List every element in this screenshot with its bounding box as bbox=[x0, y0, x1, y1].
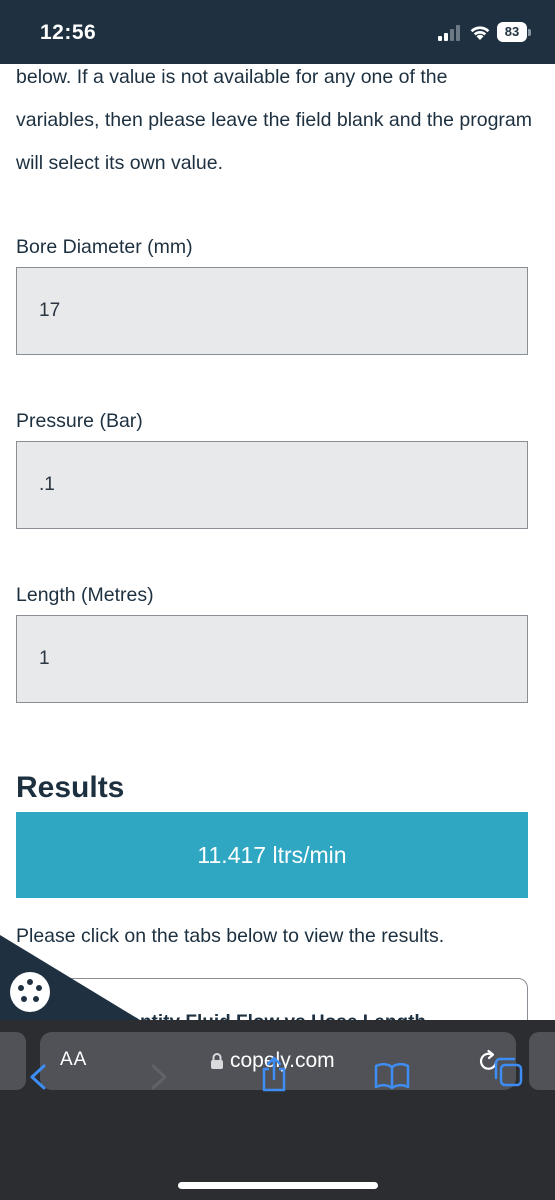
lock-icon bbox=[211, 1053, 223, 1069]
battery-level: 83 bbox=[497, 22, 527, 42]
back-icon[interactable] bbox=[27, 1063, 49, 1091]
battery-tip bbox=[528, 29, 531, 36]
length-input[interactable] bbox=[16, 615, 528, 703]
status-bar: 12:56 83 bbox=[0, 0, 555, 64]
cellular-signal-icon bbox=[438, 25, 460, 41]
bore-diameter-input[interactable] bbox=[16, 267, 528, 355]
reader-settings-button[interactable]: AA bbox=[60, 1049, 87, 1071]
bore-diameter-label: Bore Diameter (mm) bbox=[16, 236, 193, 258]
forward-icon[interactable] bbox=[148, 1063, 170, 1091]
next-tab-preview[interactable] bbox=[529, 1032, 555, 1090]
status-time: 12:56 bbox=[40, 21, 97, 44]
previous-tab-preview[interactable] bbox=[0, 1032, 26, 1090]
aa-label: AA bbox=[60, 1049, 88, 1070]
browser-toolbar: AA copely.com bbox=[0, 1020, 555, 1200]
home-indicator bbox=[178, 1182, 378, 1189]
results-value-box: 11.417 ltrs/min bbox=[16, 812, 528, 898]
intro-text: below. If a value is not available for a… bbox=[16, 66, 532, 174]
bookmarks-icon[interactable] bbox=[374, 1062, 410, 1090]
battery-indicator: 83 bbox=[497, 22, 531, 42]
page: 12:56 83 below. If a value is not availa… bbox=[0, 0, 555, 1200]
accessibility-button[interactable] bbox=[10, 972, 50, 1012]
tabs-icon[interactable] bbox=[492, 1056, 524, 1088]
results-heading: Results bbox=[16, 771, 125, 804]
pressure-input[interactable] bbox=[16, 441, 528, 529]
pressure-label: Pressure (Bar) bbox=[16, 410, 143, 432]
length-label: Length (Metres) bbox=[16, 584, 154, 606]
share-icon[interactable] bbox=[259, 1055, 289, 1093]
accessibility-icon bbox=[18, 979, 42, 1002]
wifi-icon bbox=[470, 26, 490, 40]
